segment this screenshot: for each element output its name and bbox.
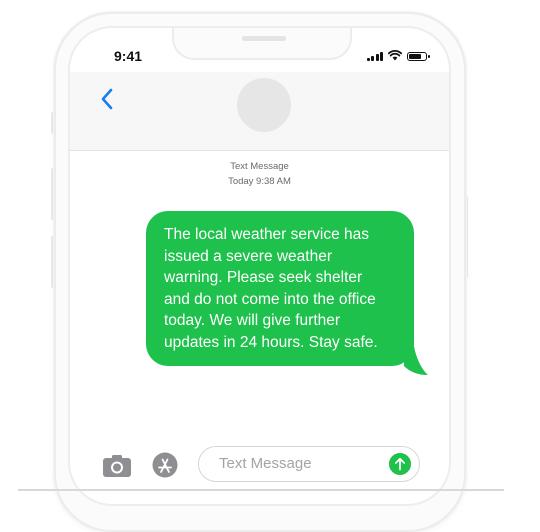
message-input-placeholder: Text Message — [219, 455, 312, 472]
battery-icon — [407, 52, 430, 61]
chevron-left-icon[interactable] — [96, 86, 120, 112]
message-line: updates in 24 hours. Stay safe. — [164, 333, 378, 351]
status-icons — [366, 50, 430, 61]
message-input[interactable]: Text Message — [198, 446, 420, 482]
ground-line — [18, 489, 504, 491]
message-line: today. We will give further — [164, 312, 341, 329]
message-bubble[interactable]: The local weather service has issued a s… — [146, 211, 414, 366]
message-line: The local weather service has — [164, 226, 370, 243]
speaker-grille — [242, 36, 286, 41]
message-line: warning. Please seek shelter — [164, 269, 363, 286]
notch — [172, 28, 352, 60]
status-time: 9:41 — [114, 48, 143, 64]
phone-screen: 9:41 Text Message Today 9:38 AM The loca… — [68, 26, 451, 506]
service-label: Text Message — [230, 161, 289, 172]
contact-avatar[interactable] — [237, 78, 291, 132]
app-store-icon[interactable] — [152, 452, 178, 478]
thread-meta: Text Message Today 9:38 AM — [70, 159, 449, 189]
camera-icon[interactable] — [102, 454, 132, 478]
conversation-header — [70, 72, 449, 151]
send-arrow-icon[interactable] — [389, 453, 411, 475]
message-line: and do not come into the office — [164, 290, 376, 308]
message-timestamp: Today 9:38 AM — [228, 176, 291, 187]
signal-icon — [366, 51, 383, 61]
wifi-icon — [388, 50, 402, 61]
message-line: issued a severe weather — [164, 247, 333, 265]
composer-bar: Text Message — [70, 444, 449, 494]
